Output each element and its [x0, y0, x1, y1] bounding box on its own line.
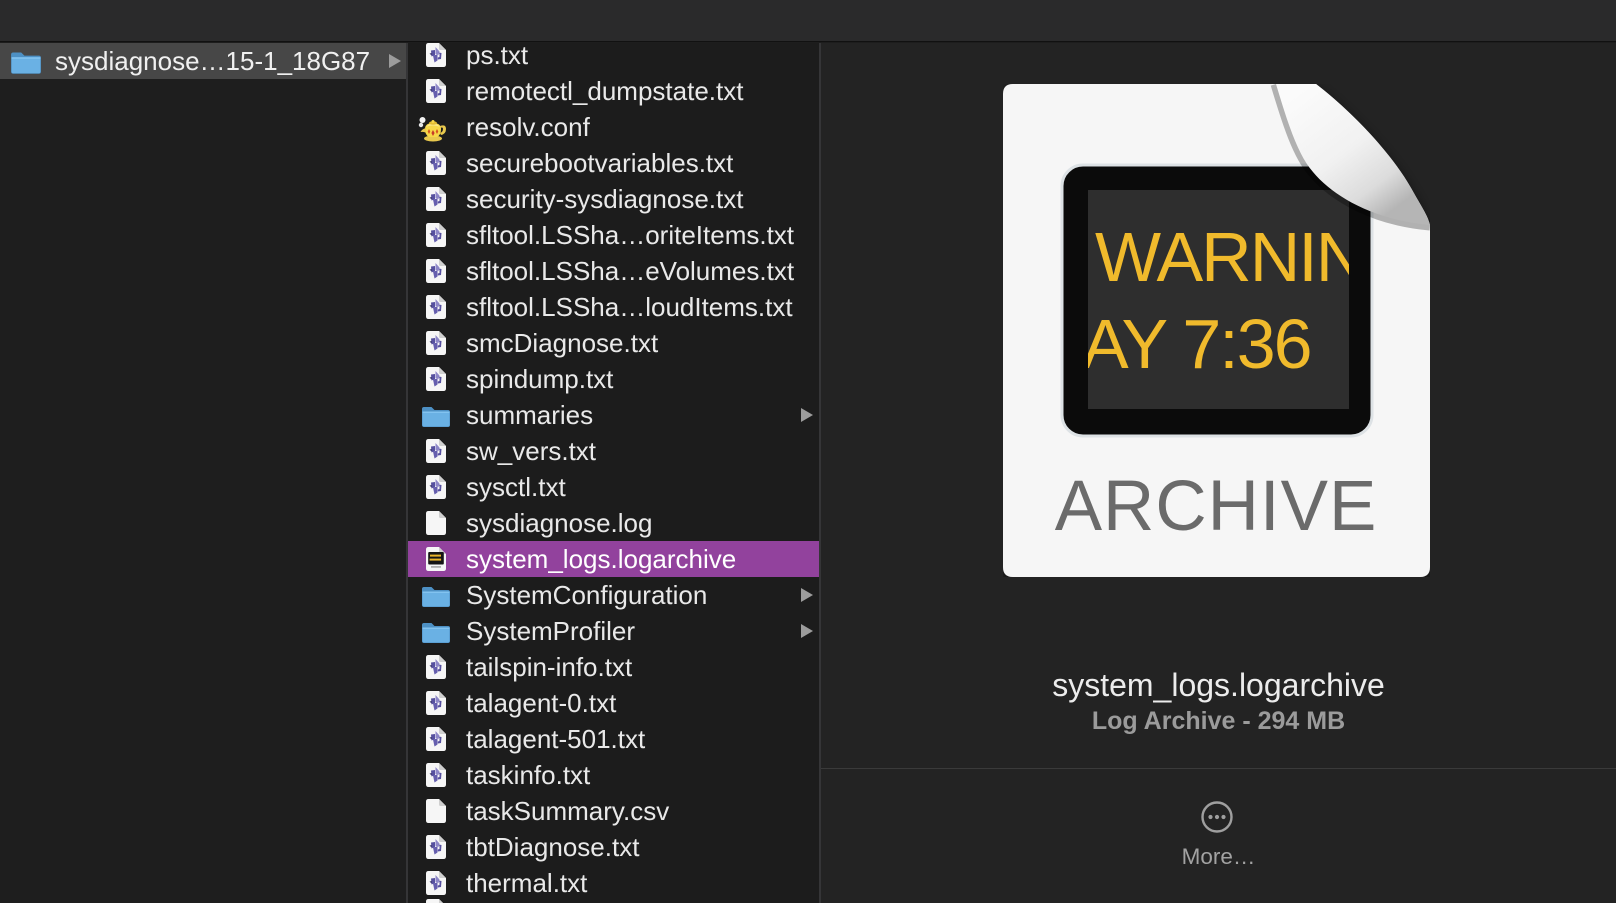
svg-text:ARCHIVE: ARCHIVE: [1055, 467, 1378, 546]
svg-text:AY 7:36: AY 7:36: [1082, 305, 1311, 383]
svg-text:WARNIN: WARNIN: [1095, 218, 1364, 296]
